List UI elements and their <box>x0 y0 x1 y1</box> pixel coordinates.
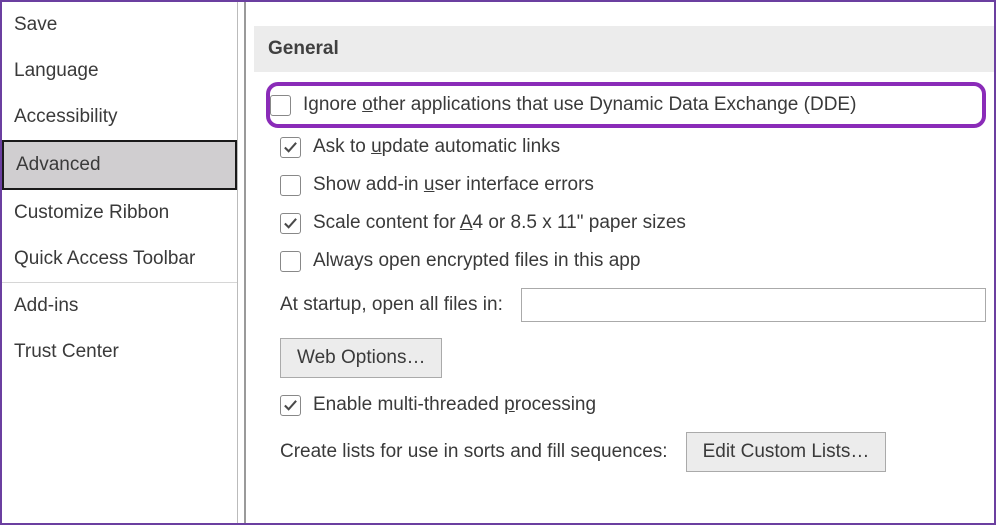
checkbox-scale-a4[interactable] <box>280 213 301 234</box>
sidebar-item-trust-center[interactable]: Trust Center <box>2 329 237 375</box>
custom-lists-row: Create lists for use in sorts and fill s… <box>266 424 986 480</box>
checkbox-ignore-dde[interactable] <box>270 95 291 116</box>
checkbox-multithread[interactable] <box>280 395 301 416</box>
sidebar-item-advanced[interactable]: Advanced <box>2 140 237 190</box>
check-icon <box>283 398 298 413</box>
option-addin-errors[interactable]: Show add-in user interface errors <box>266 166 986 204</box>
option-encrypted[interactable]: Always open encrypted files in this app <box>266 242 986 280</box>
check-icon <box>283 140 298 155</box>
sidebar-item-language[interactable]: Language <box>2 48 237 94</box>
startup-path-row: At startup, open all files in: <box>266 280 986 330</box>
startup-path-input[interactable] <box>521 288 986 322</box>
option-update-links[interactable]: Ask to update automatic links <box>266 128 986 166</box>
options-content: General Ignore other applications that u… <box>246 2 994 523</box>
web-options-row: Web Options… <box>266 330 986 386</box>
checkbox-addin-errors[interactable] <box>280 175 301 196</box>
sidebar-item-add-ins[interactable]: Add-ins <box>2 283 237 329</box>
label-scale-a4: Scale content for A4 or 8.5 x 11" paper … <box>313 212 686 234</box>
label-custom-lists: Create lists for use in sorts and fill s… <box>280 441 668 463</box>
label-startup-path: At startup, open all files in: <box>280 294 503 316</box>
options-dialog: Save Language Accessibility Advanced Cus… <box>0 0 996 525</box>
label-multithread: Enable multi-threaded processing <box>313 394 596 416</box>
sidebar-item-quick-access-toolbar[interactable]: Quick Access Toolbar <box>2 236 237 282</box>
checkbox-encrypted[interactable] <box>280 251 301 272</box>
sidebar-item-save[interactable]: Save <box>2 2 237 48</box>
label-ignore-dde: Ignore other applications that use Dynam… <box>303 94 856 116</box>
label-update-links: Ask to update automatic links <box>313 136 560 158</box>
general-options: Ignore other applications that use Dynam… <box>254 72 994 480</box>
web-options-button[interactable]: Web Options… <box>280 338 442 378</box>
label-encrypted: Always open encrypted files in this app <box>313 250 640 272</box>
option-multithread[interactable]: Enable multi-threaded processing <box>266 386 986 424</box>
label-addin-errors: Show add-in user interface errors <box>313 174 594 196</box>
sidebar-item-customize-ribbon[interactable]: Customize Ribbon <box>2 190 237 236</box>
checkbox-update-links[interactable] <box>280 137 301 158</box>
option-ignore-dde[interactable]: Ignore other applications that use Dynam… <box>266 82 986 128</box>
options-sidebar: Save Language Accessibility Advanced Cus… <box>2 2 238 523</box>
check-icon <box>283 216 298 231</box>
edit-custom-lists-button[interactable]: Edit Custom Lists… <box>686 432 887 472</box>
sidebar-item-accessibility[interactable]: Accessibility <box>2 94 237 140</box>
option-scale-a4[interactable]: Scale content for A4 or 8.5 x 11" paper … <box>266 204 986 242</box>
section-general-header: General <box>254 26 994 72</box>
